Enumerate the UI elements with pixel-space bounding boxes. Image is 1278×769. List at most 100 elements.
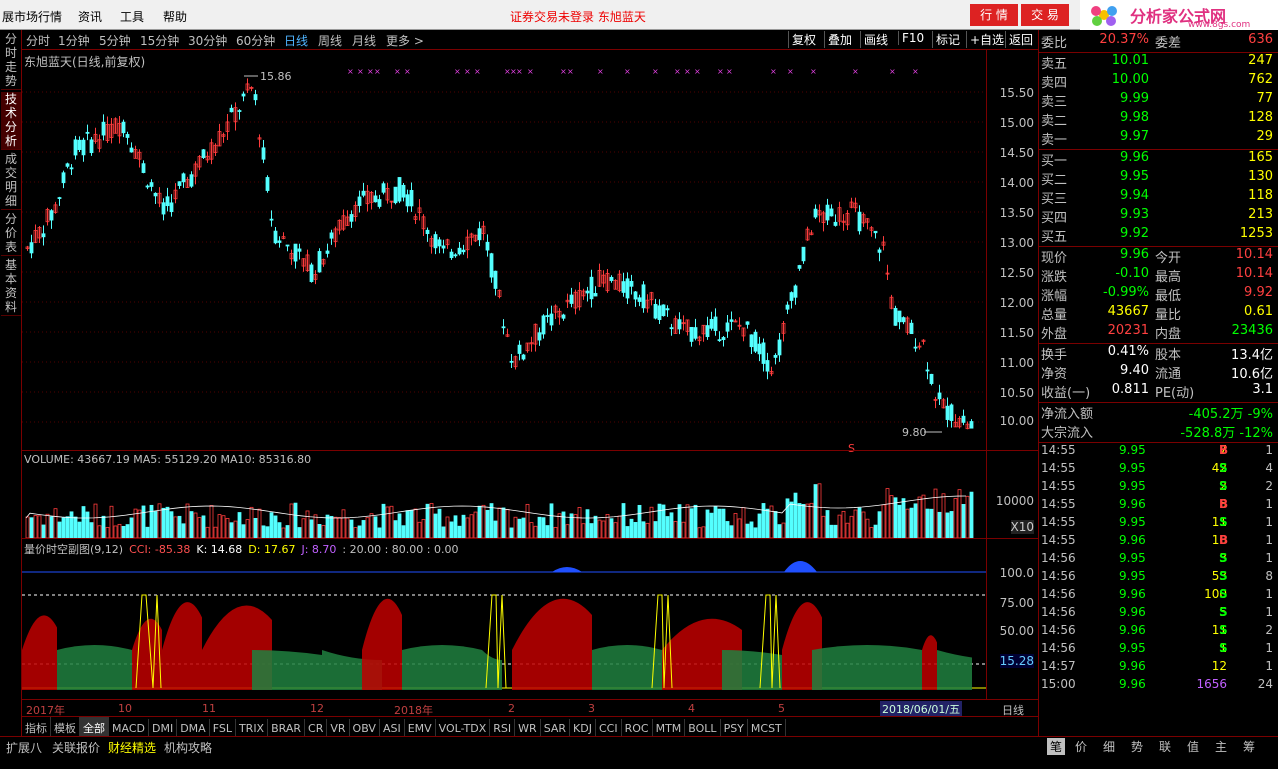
quote-tab-5[interactable]: 值 [1187,738,1199,755]
tick-row: 14:55 9.95 11 S 1 [1041,515,1273,529]
tab-timeshare[interactable]: 分时走势 [1,32,21,90]
menu-help[interactable]: 帮助 [163,8,187,25]
quote-tab-1[interactable]: 价 [1075,738,1087,755]
quote-row: 涨幅 -0.99% 最低 9.92 [1041,285,1273,304]
quote-row: 卖一 9.97 29 [1041,129,1273,148]
candlesticks [25,78,974,430]
price-axis: 15.50 15.00 14.50 14.00 13.50 13.00 12.5… [986,50,1038,450]
adjust-button[interactable]: 复权 [788,31,819,48]
quote-row: 买五 9.92 1253 [1041,226,1273,245]
quote-tab-7[interactable]: 筹 [1243,738,1255,755]
period-timeshare[interactable]: 分时 [26,32,50,49]
period-weekly[interactable]: 周线 [318,32,342,49]
quote-row: 买一 9.96 165 [1041,150,1273,169]
tab-trades[interactable]: 成交明细 [1,152,21,210]
svg-text:×: × [474,67,481,76]
left-tab-strip: 分时走势 技术分析 成交明细 分价表 基本资料 [0,30,22,736]
tick-row: 14:55 9.96 10 B 1 [1041,533,1273,547]
svg-text:×: × [852,67,859,76]
chart-canvas[interactable]: × × × × × × × × × × × × × × × × × × × × × × × × × × × × × 15.86 9.80… [22,50,986,700]
quote-row: 买二 9.95 130 [1041,169,1273,188]
tick-row: 15:00 9.96 1656 24 [1041,677,1273,691]
menu-market[interactable]: 展市场行情 [2,8,62,25]
volume-title: VOLUME: 43667.19 MA5: 55129.20 MA10: 853… [24,453,312,466]
period-more[interactable]: 更多 > [386,32,424,49]
svg-text:×: × [684,67,691,76]
tab-price-table[interactable]: 分价表 [1,212,21,256]
svg-text:×: × [624,67,631,76]
period-monthly[interactable]: 月线 [352,32,376,49]
period-daily[interactable]: 日线 [284,32,308,49]
draw-button[interactable]: 画线 [860,31,891,48]
add-favorite-button[interactable]: +自选 [966,31,1007,48]
tick-row: 14:57 9.96 12 1 [1041,659,1273,673]
quote-tab-2[interactable]: 细 [1103,738,1115,755]
period-1min[interactable]: 1分钟 [58,32,90,49]
menu-tools[interactable]: 工具 [120,8,144,25]
period-toolbar: 分时 1分钟 5分钟 15分钟 30分钟 60分钟 日线 周线 月线 更多 > … [22,30,1038,50]
mark-button[interactable]: 标记 [932,31,963,48]
quote-tab-6[interactable]: 主 [1215,738,1227,755]
menu-news[interactable]: 资讯 [78,8,102,25]
svg-text:×: × [516,67,523,76]
tab-technical[interactable]: 技术分析 [1,92,21,150]
quote-row: 买四 9.93 213 [1041,207,1273,226]
period-60min[interactable]: 60分钟 [236,32,275,49]
svg-text:×: × [787,67,794,76]
bottom-tab-finance[interactable]: 财经精选 [108,739,156,756]
quote-button[interactable]: 行 情 [970,4,1018,26]
tick-row: 14:56 9.96 5 S 1 [1041,605,1273,619]
quote-row: 净流入额 -405.2万 -9% [1041,407,1273,422]
svg-text:×: × [454,67,461,76]
period-15min[interactable]: 15分钟 [140,32,179,49]
back-button[interactable]: 返回 [1005,31,1036,48]
quote-row: 大宗流入 -528.8万 -12% [1041,426,1273,441]
high-price-label: 15.86 [260,70,292,83]
svg-text:×: × [597,67,604,76]
flower-icon [1091,6,1117,26]
bottom-tab-ext[interactable]: 扩展八 [6,739,42,756]
svg-text:×: × [912,67,919,76]
bottom-tab-related[interactable]: 关联报价 [52,739,100,756]
indicator-title: 量价时空副图(9,12) CCI: -85.38 K: 14.68 D: 17.67 J… [24,543,459,556]
svg-text:×: × [394,67,401,76]
svg-text:×: × [404,67,411,76]
indicator-tabs: 指标 模板 全部 MACD DMI DMA FSL TRIX BRAR CR VR OBV ASI EMV… [22,716,1038,739]
period-30min[interactable]: 30分钟 [188,32,227,49]
logo: 分析家公式网 www.8gs.com [1080,0,1278,30]
tick-row: 14:56 9.96 100 S 1 [1041,587,1273,601]
quote-tab-3[interactable]: 势 [1131,738,1143,755]
tick-row: 14:55 9.96 5 B 1 [1041,497,1273,511]
date-axis: 2017年 10 11 12 2018年 2 3 4 5 2018/06/01/… [22,699,1038,717]
f10-button[interactable]: F10 [898,31,927,45]
quote-row: 卖三 9.99 77 [1041,91,1273,110]
svg-text:×: × [464,67,471,76]
low-price-label: 9.80 [902,426,927,439]
signal-marks: × × × × × × × × × × × × × × × × × × × × × × × × × × × × × [347,67,919,76]
quote-row: 现价 9.96 今开 10.14 [1041,247,1273,266]
svg-text:×: × [770,67,777,76]
svg-text:×: × [726,67,733,76]
svg-text:×: × [357,67,364,76]
svg-text:×: × [374,67,381,76]
tick-row: 14:56 9.95 53 S 8 [1041,569,1273,583]
period-5min[interactable]: 5分钟 [99,32,131,49]
svg-text:×: × [567,67,574,76]
overlay-button[interactable]: 叠加 [824,31,855,48]
quote-tab-4[interactable]: 联 [1159,738,1171,755]
login-warning: 证券交易未登录 东旭蓝天 [510,10,646,24]
quote-row: 净资 9.40 流通 10.6亿 [1041,363,1273,382]
trade-button[interactable]: 交 易 [1021,4,1069,26]
tick-row: 14:56 9.95 3 S 1 [1041,551,1273,565]
quote-tab-0[interactable]: 笔 [1047,738,1066,755]
tab-fundamentals[interactable]: 基本资料 [1,258,21,316]
bottom-tab-inst[interactable]: 机构攻略 [164,739,212,756]
quote-row: 买三 9.94 118 [1041,188,1273,207]
svg-text:×: × [652,67,659,76]
quote-row: 总量 43667 量比 0.61 [1041,304,1273,323]
quote-row: 换手 0.41% 股本 13.4亿 [1041,344,1273,363]
svg-text:×: × [367,67,374,76]
chart-area[interactable]: 东旭蓝天(日线,前复权) × × × × × × × × × × × × × × × × × × × × × × × × × × ×… [22,50,1038,736]
quote-row: 卖二 9.98 128 [1041,110,1273,129]
logo-url: www.8gs.com [1188,20,1251,30]
